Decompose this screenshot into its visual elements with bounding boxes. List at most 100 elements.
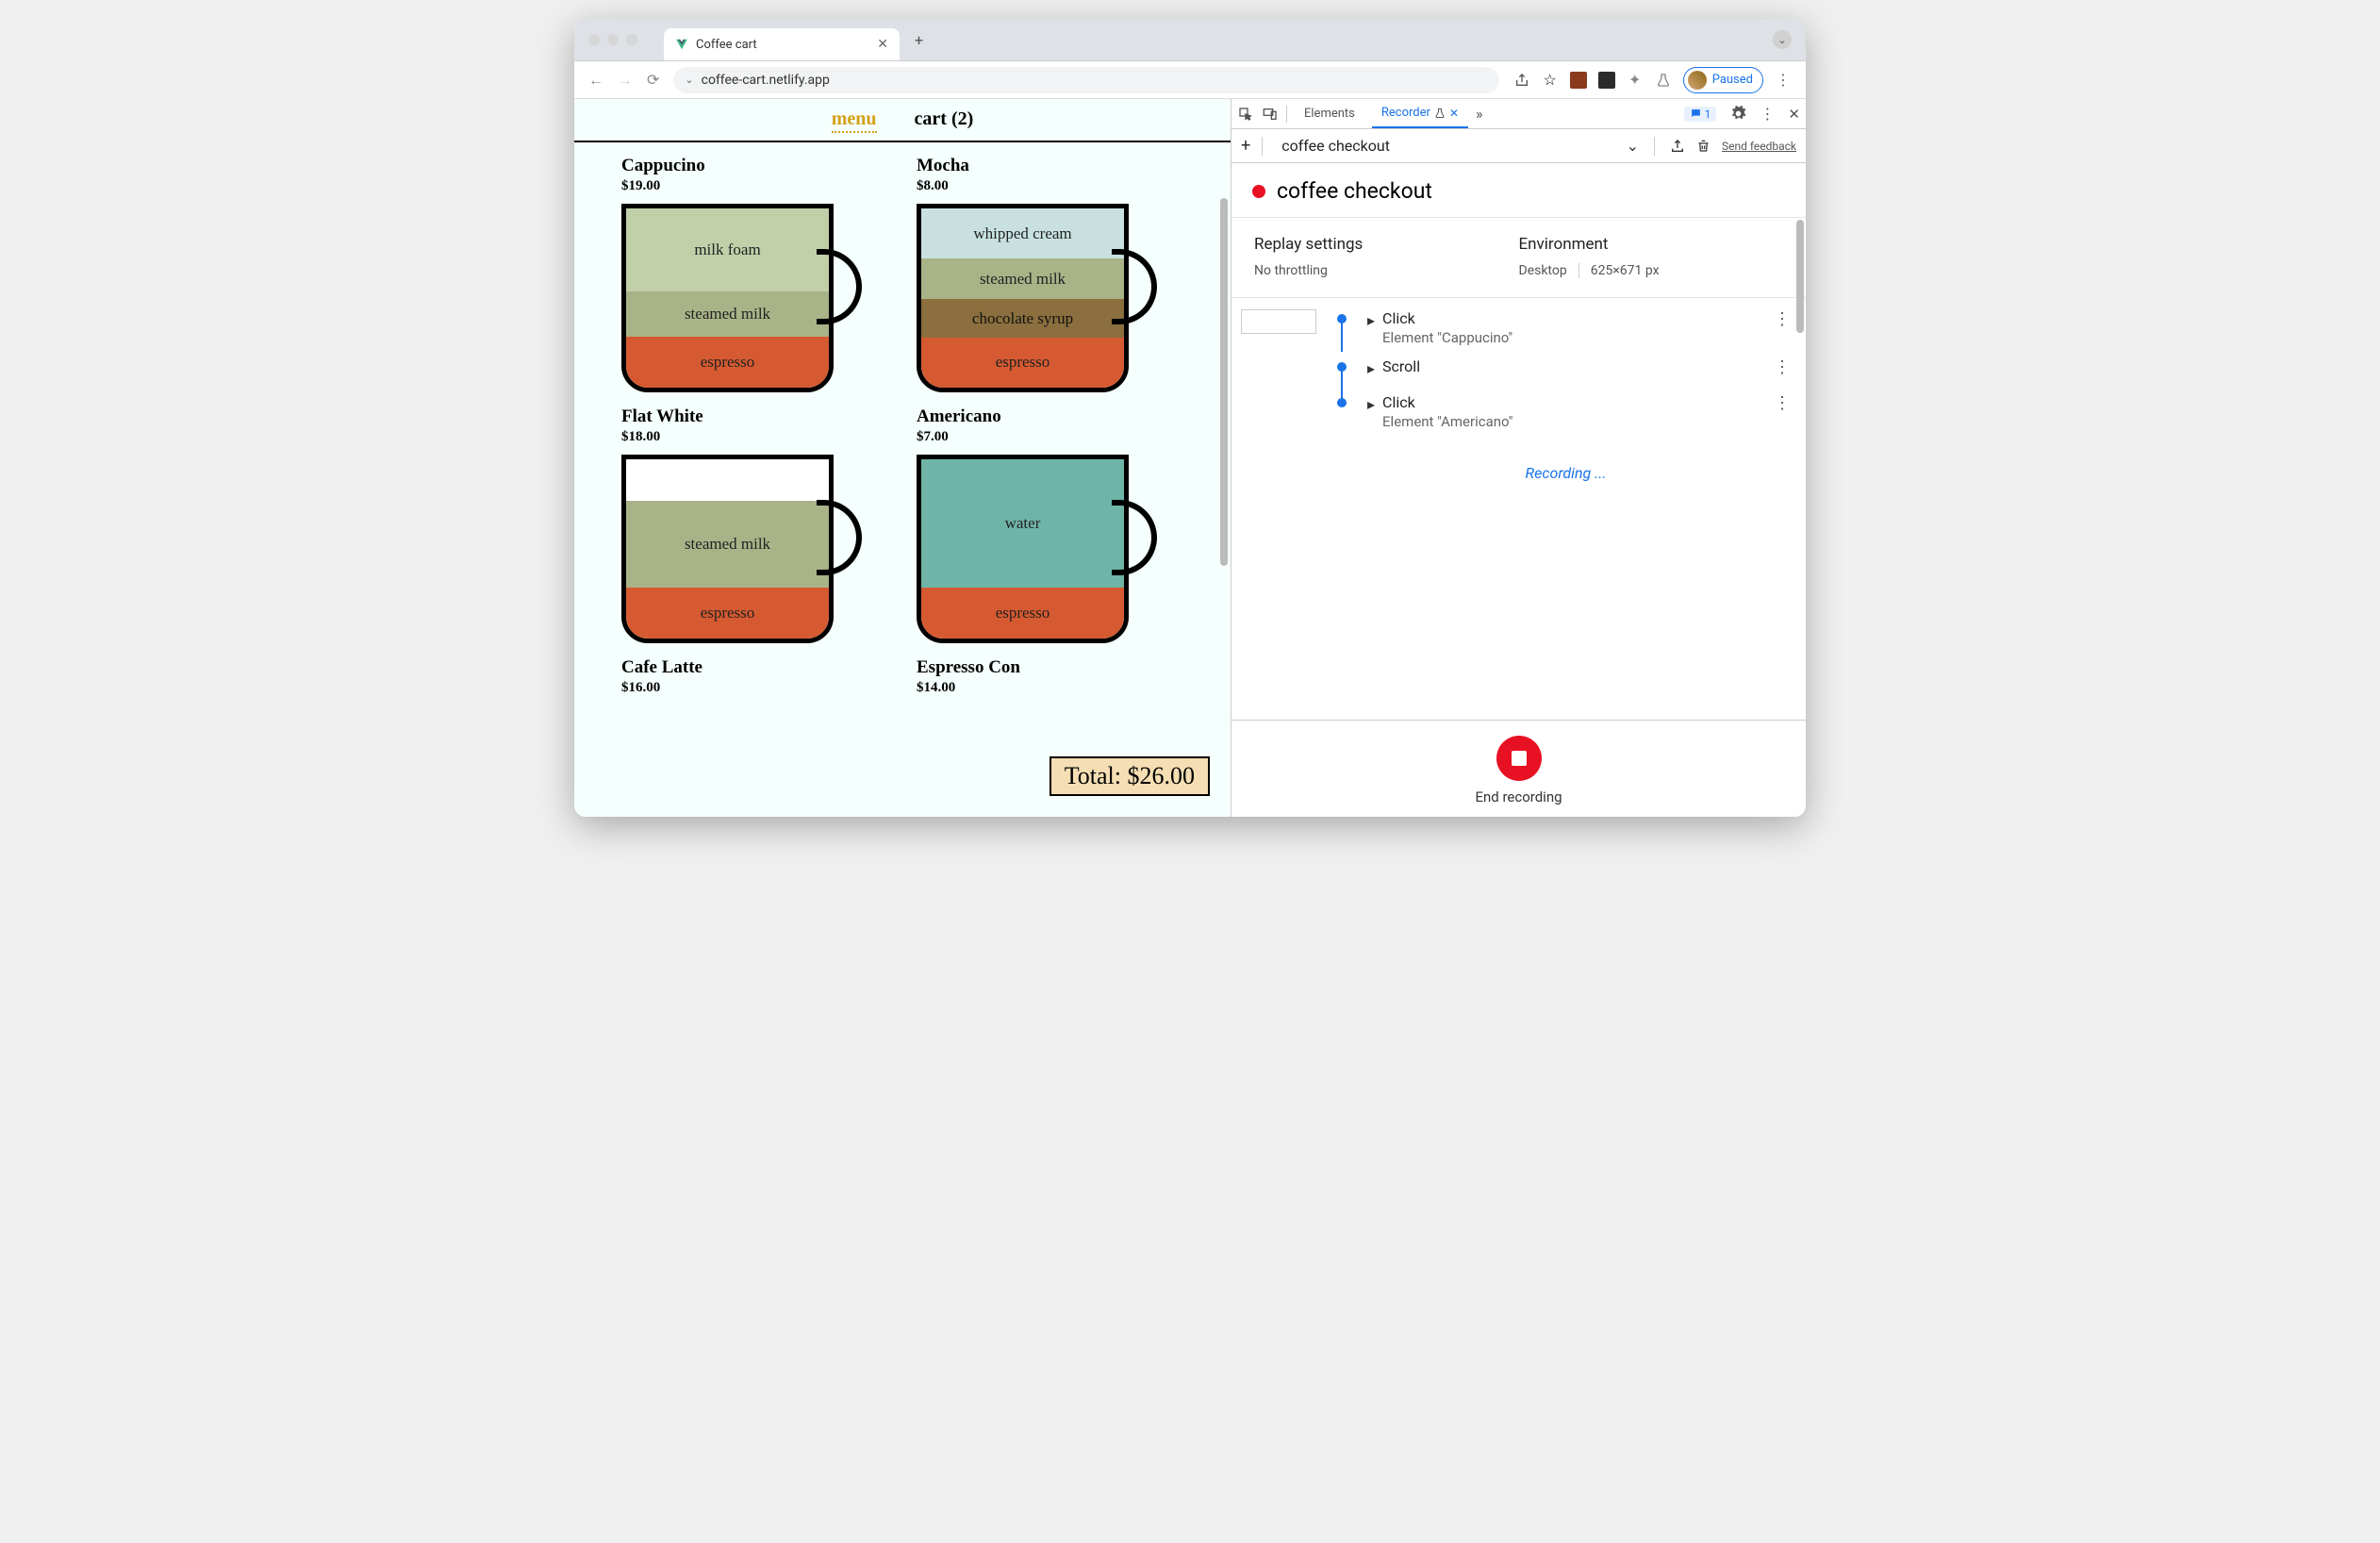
share-icon[interactable] bbox=[1513, 72, 1530, 89]
back-button[interactable]: ← bbox=[588, 71, 603, 90]
product-price: $14.00 bbox=[917, 680, 1183, 696]
message-icon bbox=[1690, 108, 1702, 120]
maximize-window-icon[interactable] bbox=[626, 34, 637, 45]
close-panel-icon[interactable]: ✕ bbox=[1449, 107, 1459, 120]
recording-step[interactable]: ▸ Click Element "Cappucino" ⋮ bbox=[1241, 304, 1796, 352]
cart-total[interactable]: Total: $26.00 bbox=[1050, 756, 1210, 796]
browser-tab[interactable]: Coffee cart ✕ bbox=[664, 28, 900, 60]
cup-layer: espresso bbox=[921, 338, 1124, 388]
product-card[interactable]: Flat White $18.00 espressosteamed milk bbox=[621, 406, 888, 648]
minimize-window-icon[interactable] bbox=[607, 34, 619, 45]
recorder-toolbar: + coffee checkout ⌄ Send feedback bbox=[1231, 129, 1806, 163]
extensions-puzzle-icon[interactable]: ✦ bbox=[1627, 72, 1644, 89]
device-toolbar-icon[interactable] bbox=[1262, 106, 1279, 123]
env-device: Desktop bbox=[1519, 263, 1579, 278]
stop-icon bbox=[1512, 751, 1527, 766]
devtools-tabstrip: Elements Recorder ✕ » 1 ⋮ ✕ bbox=[1231, 99, 1806, 129]
product-card[interactable]: Americano $7.00 espressowater bbox=[917, 406, 1183, 648]
expand-arrow-icon[interactable]: ▸ bbox=[1367, 359, 1375, 377]
cup-handle bbox=[817, 500, 862, 575]
main-content: menu cart (2) Cappucino $19.00 espressos… bbox=[574, 99, 1806, 817]
inspect-element-icon[interactable] bbox=[1237, 106, 1254, 123]
profile-paused-chip[interactable]: Paused bbox=[1683, 67, 1763, 93]
expand-arrow-icon[interactable]: ▸ bbox=[1367, 395, 1375, 413]
reload-button[interactable]: ⟳ bbox=[647, 71, 659, 89]
product-card[interactable]: Cappucino $19.00 espressosteamed milkmil… bbox=[621, 156, 888, 397]
delete-icon[interactable] bbox=[1696, 139, 1711, 154]
close-window-icon[interactable] bbox=[588, 34, 600, 45]
cup-layer: water bbox=[921, 459, 1124, 588]
tab-recorder[interactable]: Recorder ✕ bbox=[1372, 99, 1468, 128]
settings-gear-icon[interactable] bbox=[1729, 106, 1746, 123]
cup-layer: chocolate syrup bbox=[921, 299, 1124, 338]
expand-arrow-icon[interactable]: ▸ bbox=[1367, 311, 1375, 329]
tab-elements[interactable]: Elements bbox=[1295, 99, 1364, 128]
cup-layer: espresso bbox=[626, 337, 829, 388]
step-menu-icon[interactable]: ⋮ bbox=[1768, 309, 1796, 329]
product-card[interactable]: Cafe Latte $16.00 bbox=[621, 657, 888, 705]
end-recording-label: End recording bbox=[1231, 788, 1806, 805]
bookmark-star-icon[interactable]: ☆ bbox=[1542, 72, 1559, 89]
cup-layer bbox=[626, 459, 829, 501]
site-info-icon[interactable]: ⌄ bbox=[685, 74, 693, 86]
step-element: Element "Americano" bbox=[1382, 413, 1512, 430]
product-name: Espresso Con bbox=[917, 657, 1183, 678]
more-tabs-icon[interactable]: » bbox=[1476, 105, 1483, 123]
recording-settings: Replay settings No throttling Environmen… bbox=[1231, 218, 1806, 298]
recording-step[interactable]: ▸ Scroll ⋮ bbox=[1241, 352, 1796, 388]
new-recording-icon[interactable]: + bbox=[1241, 136, 1250, 156]
url-text: coffee-cart.netlify.app bbox=[702, 73, 830, 88]
new-tab-button[interactable]: + bbox=[915, 31, 923, 49]
product-card[interactable]: Espresso Con $14.00 bbox=[917, 657, 1183, 705]
product-name: Mocha bbox=[917, 156, 1183, 176]
flask-icon bbox=[1434, 108, 1446, 119]
extension-icon-1[interactable] bbox=[1570, 72, 1587, 89]
step-menu-icon[interactable]: ⋮ bbox=[1768, 393, 1796, 413]
product-price: $18.00 bbox=[621, 429, 888, 445]
nav-cart-link[interactable]: cart (2) bbox=[915, 108, 974, 133]
browser-window: Coffee cart ✕ + ⌄ ← → ⟳ ⌄ coffee-cart.ne… bbox=[574, 19, 1806, 817]
extension-icon-2[interactable] bbox=[1598, 72, 1615, 89]
step-action: Click bbox=[1382, 309, 1512, 327]
send-feedback-link[interactable]: Send feedback bbox=[1722, 140, 1796, 153]
cup-handle bbox=[1112, 249, 1157, 324]
tab-title: Coffee cart bbox=[696, 38, 869, 52]
product-card[interactable]: Mocha $8.00 espressochocolate syrupsteam… bbox=[917, 156, 1183, 397]
close-tab-icon[interactable]: ✕ bbox=[877, 37, 888, 52]
recording-name-select[interactable]: coffee checkout bbox=[1274, 137, 1614, 155]
replay-throttle-value[interactable]: No throttling bbox=[1254, 263, 1519, 278]
address-bar[interactable]: ⌄ coffee-cart.netlify.app bbox=[673, 67, 1498, 93]
step-menu-icon[interactable]: ⋮ bbox=[1768, 357, 1796, 377]
devtools-panel: Elements Recorder ✕ » 1 ⋮ ✕ bbox=[1231, 99, 1806, 817]
messages-badge[interactable]: 1 bbox=[1684, 107, 1717, 122]
close-devtools-icon[interactable]: ✕ bbox=[1788, 106, 1800, 123]
devtools-menu-icon[interactable]: ⋮ bbox=[1760, 105, 1775, 123]
recording-status: Recording ... bbox=[1241, 436, 1796, 501]
step-timeline bbox=[1328, 357, 1356, 372]
replay-settings-label: Replay settings bbox=[1254, 235, 1519, 254]
titlebar: Coffee cart ✕ + ⌄ bbox=[574, 19, 1806, 61]
product-name: Americano bbox=[917, 406, 1183, 427]
forward-button[interactable]: → bbox=[618, 71, 633, 90]
stop-recording-button[interactable] bbox=[1496, 736, 1542, 781]
export-icon[interactable] bbox=[1670, 139, 1685, 154]
coffee-app: menu cart (2) Cappucino $19.00 espressos… bbox=[574, 99, 1231, 817]
recording-indicator-icon bbox=[1252, 185, 1265, 198]
step-element: Element "Cappucino" bbox=[1382, 329, 1512, 346]
recording-title: coffee checkout bbox=[1277, 178, 1432, 204]
browser-menu-icon[interactable]: ⋮ bbox=[1775, 72, 1792, 89]
avatar-icon bbox=[1688, 71, 1707, 90]
tab-overflow-icon[interactable]: ⌄ bbox=[1773, 30, 1792, 49]
cup-layer: steamed milk bbox=[921, 258, 1124, 299]
scrollbar-thumb[interactable] bbox=[1220, 198, 1228, 566]
devtools-scrollbar-thumb[interactable] bbox=[1796, 220, 1804, 333]
product-name: Cafe Latte bbox=[621, 657, 888, 678]
recording-step[interactable]: ▸ Click Element "Americano" ⋮ bbox=[1241, 388, 1796, 436]
nav-menu-link[interactable]: menu bbox=[832, 108, 877, 133]
product-grid: Cappucino $19.00 espressosteamed milkmil… bbox=[574, 142, 1231, 719]
labs-flask-icon[interactable] bbox=[1655, 72, 1672, 89]
cup-handle bbox=[817, 249, 862, 324]
dropdown-chevron-icon[interactable]: ⌄ bbox=[1627, 137, 1639, 155]
env-viewport: 625×671 px bbox=[1591, 263, 1660, 278]
recorder-footer: End recording bbox=[1231, 720, 1806, 817]
